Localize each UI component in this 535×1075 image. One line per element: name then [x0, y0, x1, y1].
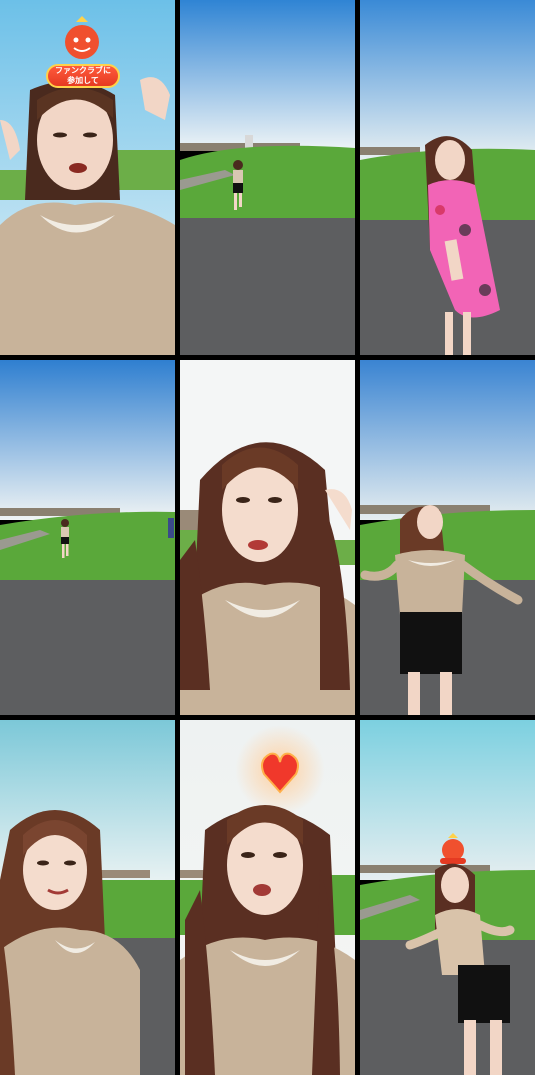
- video-tile-1[interactable]: ファンクラブに 参加して: [0, 0, 175, 355]
- distant-run-scene: [0, 360, 175, 715]
- smile-scene: [0, 720, 175, 1075]
- video-tile-8[interactable]: [180, 720, 355, 1075]
- video-tile-5[interactable]: [180, 360, 355, 715]
- video-tile-3[interactable]: [360, 0, 535, 355]
- portrait-scene: [180, 360, 355, 715]
- video-tile-9[interactable]: [360, 720, 535, 1075]
- heart-effect-scene: [180, 720, 355, 1075]
- dance-scene: [360, 360, 535, 715]
- running-scene: [180, 0, 355, 355]
- video-grid: ファンクラブに 参加して: [0, 0, 535, 1075]
- video-tile-7[interactable]: [0, 720, 175, 1075]
- pink-outfit-scene: [360, 0, 535, 355]
- fan-club-badge[interactable]: ファンクラブに 参加して: [46, 64, 120, 88]
- video-tile-2[interactable]: [180, 0, 355, 355]
- video-tile-4[interactable]: [0, 360, 175, 715]
- video-tile-6[interactable]: [360, 360, 535, 715]
- selfie-scene: [0, 0, 175, 355]
- mascot-dance-scene: [360, 720, 535, 1075]
